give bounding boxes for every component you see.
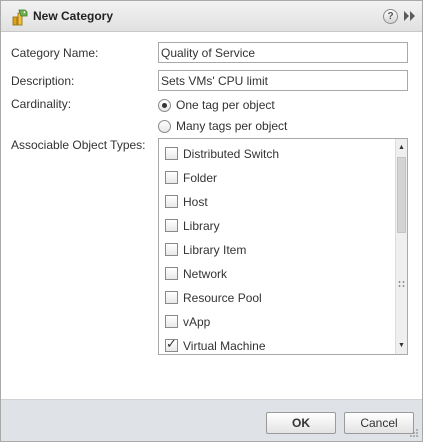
list-item-label: Network	[183, 267, 228, 281]
checkbox[interactable]	[165, 195, 178, 208]
double-chevron-right-icon[interactable]	[403, 10, 417, 22]
category-name-label: Category Name:	[11, 46, 99, 60]
list-item-library-item[interactable]: Library Item	[159, 238, 395, 262]
radio-label: One tag per object	[176, 98, 275, 112]
list-item-label: Distributed Switch	[183, 147, 280, 161]
list-item-resource-pool[interactable]: Resource Pool	[159, 286, 395, 310]
resize-grip-icon[interactable]	[409, 428, 419, 438]
checkbox[interactable]	[165, 267, 178, 280]
cardinality-label: Cardinality:	[11, 97, 72, 111]
grip-icon	[398, 281, 405, 287]
new-category-dialog: New Category ? Category Name: Descriptio…	[0, 0, 423, 442]
help-button[interactable]: ?	[383, 9, 398, 24]
list-item-folder[interactable]: Folder	[159, 166, 395, 190]
checkbox[interactable]	[165, 243, 178, 256]
up-arrow-icon[interactable]: ▲	[396, 141, 407, 155]
scrollbar-thumb[interactable]	[397, 157, 406, 233]
description-label: Description:	[11, 74, 75, 88]
list-item-network[interactable]: Network	[159, 262, 395, 286]
category-name-input[interactable]	[158, 42, 408, 63]
list-item-virtual-machine[interactable]: Virtual Machine	[159, 334, 395, 354]
checkbox[interactable]	[165, 171, 178, 184]
down-arrow-icon[interactable]: ▼	[396, 339, 407, 353]
object-types-items: Distributed Switch Folder Host Library L…	[159, 139, 395, 354]
list-item-host[interactable]: Host	[159, 190, 395, 214]
object-types-list[interactable]: Distributed Switch Folder Host Library L…	[158, 138, 408, 355]
list-item-label: Virtual Machine	[183, 339, 266, 353]
radio-button-selected[interactable]	[158, 99, 171, 112]
list-item-label: Library	[183, 219, 220, 233]
radio-button[interactable]	[158, 120, 171, 133]
list-item-label: Resource Pool	[183, 291, 262, 305]
description-input[interactable]	[158, 70, 408, 91]
list-item-label: vApp	[183, 315, 211, 329]
cancel-button[interactable]: Cancel	[344, 412, 414, 434]
list-item-vapp[interactable]: vApp	[159, 310, 395, 334]
dialog-footer: OK Cancel	[1, 399, 422, 441]
list-item-label: Folder	[183, 171, 218, 185]
checkbox[interactable]	[165, 315, 178, 328]
checkbox[interactable]	[165, 291, 178, 304]
list-item-label: Library Item	[183, 243, 247, 257]
list-scrollbar[interactable]: ▲ ▼	[395, 139, 407, 354]
dialog-title: New Category	[33, 9, 114, 23]
list-item-distributed-switch[interactable]: Distributed Switch	[159, 142, 395, 166]
list-item-library[interactable]: Library	[159, 214, 395, 238]
checkbox[interactable]	[165, 219, 178, 232]
object-types-label: Associable Object Types:	[11, 138, 146, 152]
checkbox-checked[interactable]	[165, 337, 178, 352]
dialog-titlebar[interactable]: New Category ?	[1, 1, 422, 32]
checkbox[interactable]	[165, 147, 178, 160]
tag-category-icon	[12, 9, 28, 26]
ok-button[interactable]: OK	[266, 412, 336, 434]
radio-label: Many tags per object	[176, 119, 288, 133]
list-item-label: Host	[183, 195, 208, 209]
